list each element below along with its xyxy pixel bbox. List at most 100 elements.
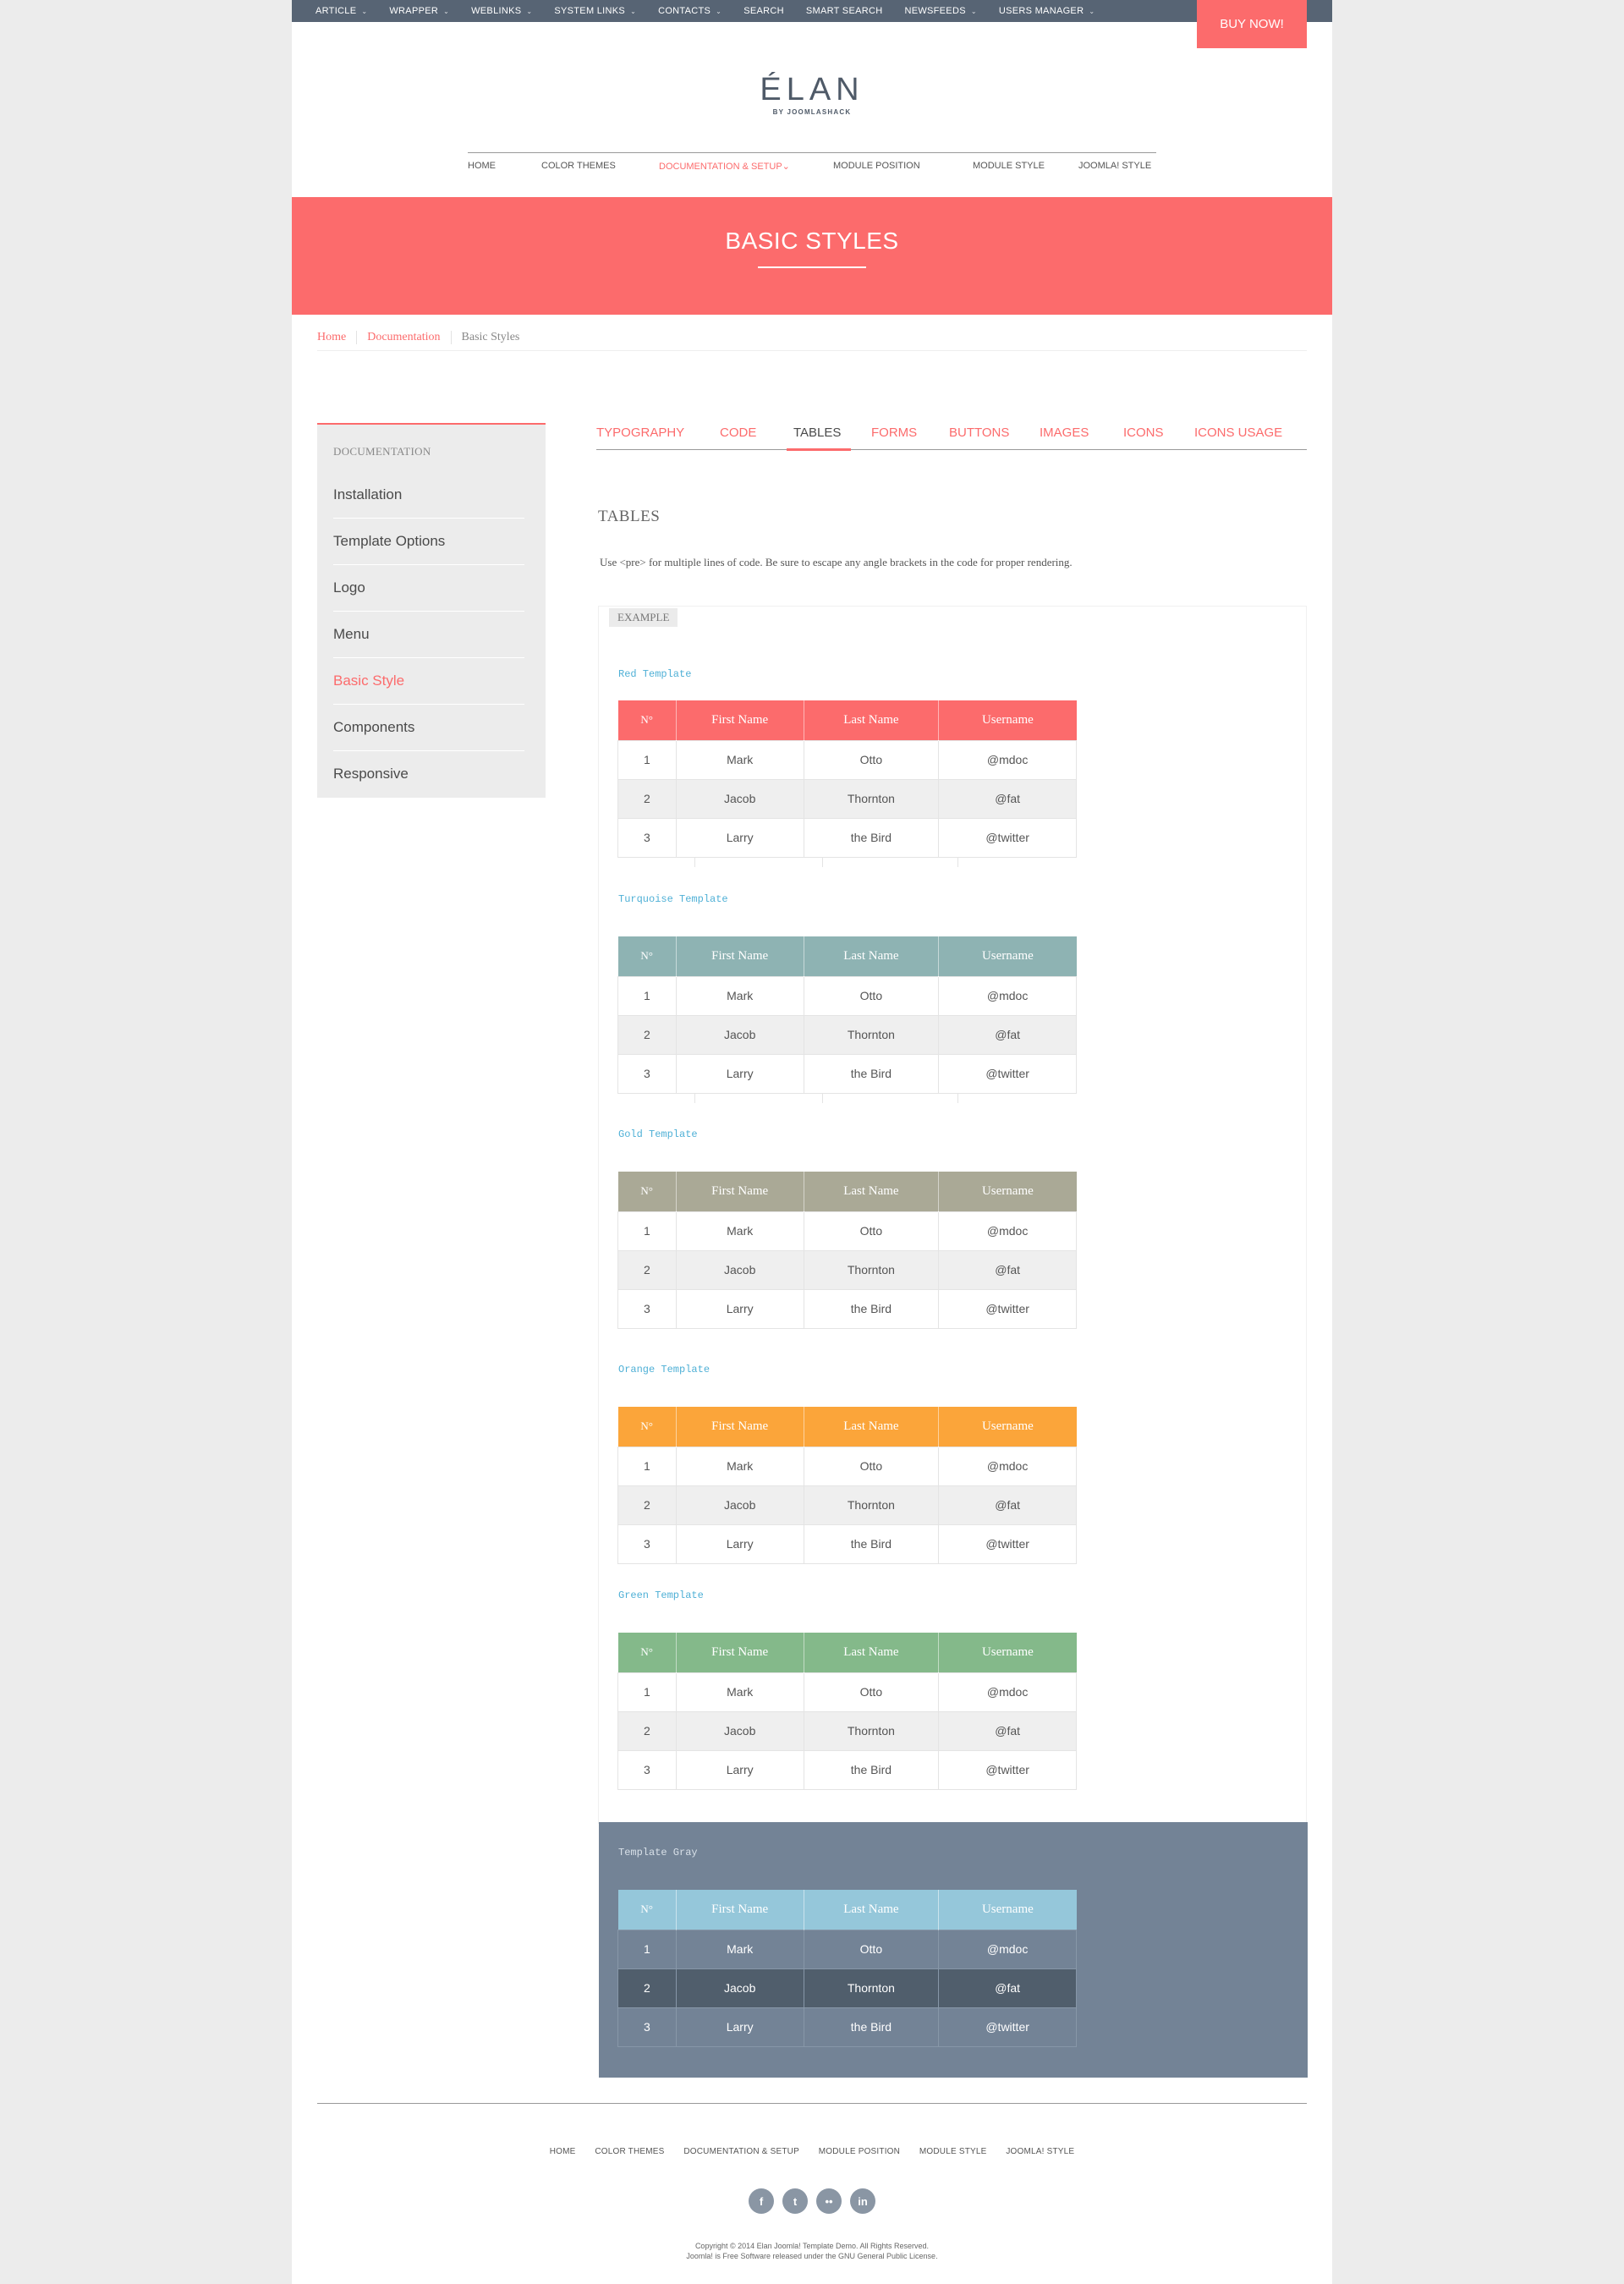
tab-icons[interactable]: ICONS <box>1123 426 1164 440</box>
top-nav-users-manager[interactable]: USERS MANAGER ⌄ <box>999 6 1095 16</box>
buy-now-button[interactable]: BUY NOW! <box>1197 0 1307 48</box>
chevron-down-icon: ⌄ <box>630 8 637 15</box>
facebook-icon[interactable]: f <box>749 2188 774 2214</box>
column-header: N° <box>617 1172 677 1211</box>
title-underline <box>758 266 866 268</box>
sidebar-item-template-options[interactable]: Template Options <box>333 518 524 564</box>
table-row: 2 Jacob Thornton @fat <box>617 1249 1077 1290</box>
top-nav-wrapper[interactable]: WRAPPER ⌄ <box>389 6 449 16</box>
footer-divider <box>317 2103 1307 2104</box>
table-cell: Larry <box>675 817 804 858</box>
breadcrumb-current: Basic Styles <box>461 330 520 343</box>
sidebar-item-menu[interactable]: Menu <box>333 611 524 657</box>
main-nav-home[interactable]: HOME <box>468 161 496 171</box>
column-divider <box>957 857 958 867</box>
chevron-down-icon: ⌄ <box>1089 8 1095 15</box>
footer-nav-color-themes[interactable]: COLOR THEMES <box>595 2147 664 2156</box>
column-header: N° <box>617 1407 677 1447</box>
table-row: 3 Larry the Bird @twitter <box>617 1053 1077 1094</box>
table-cell: Otto <box>803 739 940 780</box>
sidebar-item-basic-style[interactable]: Basic Style <box>333 657 524 704</box>
top-nav-article[interactable]: ARTICLE ⌄ <box>315 6 367 16</box>
tab-tables[interactable]: TABLES <box>793 426 841 440</box>
sidebar-item-logo[interactable]: Logo <box>333 564 524 611</box>
table-row: 1 Mark Otto @mdoc <box>617 975 1077 1016</box>
column-header: First Name <box>675 936 804 976</box>
table-row: 1 Mark Otto @mdoc <box>617 739 1077 780</box>
breadcrumb-documentation[interactable]: Documentation <box>367 330 452 344</box>
tab-forms[interactable]: FORMS <box>871 426 917 440</box>
column-header: Username <box>938 1890 1077 1930</box>
top-nav-search[interactable]: SEARCH <box>743 6 784 16</box>
footer-nav-home[interactable]: HOME <box>550 2147 576 2156</box>
section-title: TABLES <box>598 508 661 525</box>
table-cell: @mdoc <box>938 1672 1077 1712</box>
footer-nav-joomla-style[interactable]: JOOMLA! STYLE <box>1006 2147 1074 2156</box>
table-cell: 3 <box>617 1053 677 1094</box>
logo-subtitle: BY JOOMLASHACK <box>772 108 852 116</box>
top-nav-newsfeeds[interactable]: NEWSFEEDS ⌄ <box>904 6 976 16</box>
main-nav-joomla-style[interactable]: JOOMLA! STYLE <box>1078 161 1151 171</box>
main-nav-module-style[interactable]: MODULE STYLE <box>973 161 1045 171</box>
active-tab-indicator <box>787 448 851 451</box>
tab-code[interactable]: CODE <box>720 426 756 440</box>
table-cell: Mark <box>675 1446 804 1486</box>
table-cell: @fat <box>938 1249 1077 1290</box>
table-header-row: N° First Name Last Name Username <box>617 936 1077 976</box>
copyright: Copyright © 2014 Elan Joomla! Template D… <box>292 2241 1332 2261</box>
chevron-down-icon: ⌄ <box>716 8 722 15</box>
tab-typography[interactable]: TYPOGRAPHY <box>596 426 684 440</box>
table-cell: 1 <box>617 1211 677 1251</box>
tab-images[interactable]: IMAGES <box>1040 426 1089 440</box>
column-divider <box>957 1093 958 1103</box>
table-cell: 1 <box>617 1446 677 1486</box>
table-cell: Thornton <box>803 778 940 819</box>
twitter-icon[interactable]: t <box>782 2188 808 2214</box>
sidebar-item-components[interactable]: Components <box>333 704 524 750</box>
column-header: Username <box>938 700 1077 740</box>
top-nav-smart-search[interactable]: SMART SEARCH <box>806 6 883 16</box>
tab-icons-usage[interactable]: ICONS USAGE <box>1194 426 1282 440</box>
sidebar-item-installation[interactable]: Installation <box>333 471 524 518</box>
top-nav-system-links[interactable]: SYSTEM LINKS ⌄ <box>554 6 636 16</box>
gray-template-block: Template Gray N° First Name Last Name Userna… <box>599 1822 1308 2078</box>
table-cell: @twitter <box>938 2007 1077 2047</box>
table-cell: @mdoc <box>938 1446 1077 1486</box>
column-header: Last Name <box>803 936 939 976</box>
table-cell: @mdoc <box>938 975 1077 1016</box>
table-row: 2 Jacob Thornton @fat <box>617 1968 1077 2008</box>
top-nav-weblinks[interactable]: WEBLINKS ⌄ <box>471 6 532 16</box>
table-header-row: N° First Name Last Name Username <box>617 1407 1077 1447</box>
orange-template-table: N° First Name Last Name Username 1 Mark Otto @m… <box>617 1407 1077 1564</box>
table-cell: Jacob <box>675 1014 804 1055</box>
table-row: 3 Larry the Bird @twitter <box>617 817 1077 858</box>
site-logo[interactable]: ÉLAN BY JOOMLASHACK <box>292 73 1332 116</box>
chevron-down-icon: ⌄ <box>443 8 450 15</box>
table-row: 2 Jacob Thornton @fat <box>617 1485 1077 1525</box>
footer-nav-module-style[interactable]: MODULE STYLE <box>919 2147 987 2156</box>
column-header: N° <box>617 1890 677 1930</box>
table-cell: 2 <box>617 1968 677 2008</box>
table-cell: @fat <box>938 1710 1077 1751</box>
section-description: Use <pre> for multiple lines of code. Be… <box>600 556 1073 568</box>
main-nav-documentation[interactable]: DOCUMENTATION & SETUP⌄ <box>659 161 790 172</box>
top-nav-contacts[interactable]: CONTACTS ⌄ <box>658 6 721 16</box>
table-cell: @twitter <box>938 1524 1077 1564</box>
footer-nav-module-position[interactable]: MODULE POSITION <box>819 2147 900 2156</box>
main-nav-module-position[interactable]: MODULE POSITION <box>833 161 920 171</box>
table-row: 1 Mark Otto @mdoc <box>617 1446 1077 1486</box>
table-cell: the Bird <box>803 1749 940 1790</box>
sidebar-item-responsive[interactable]: Responsive <box>333 750 524 797</box>
linkedin-icon[interactable]: in <box>850 2188 875 2214</box>
breadcrumb-home[interactable]: Home <box>317 330 358 344</box>
table-cell: Jacob <box>675 1249 804 1290</box>
main-nav-color-themes[interactable]: COLOR THEMES <box>541 161 616 171</box>
table-cell: @mdoc <box>938 739 1077 780</box>
tab-buttons[interactable]: BUTTONS <box>949 426 1009 440</box>
table-cell: Thornton <box>803 1710 940 1751</box>
red-template-label: Red Template <box>618 668 692 680</box>
flickr-icon[interactable]: •• <box>816 2188 842 2214</box>
breadcrumb: Home Documentation Basic Styles <box>317 324 1307 351</box>
sidebar: DOCUMENTATION Installation Template Opti… <box>317 423 546 798</box>
footer-nav-documentation[interactable]: DOCUMENTATION & SETUP <box>683 2147 799 2156</box>
